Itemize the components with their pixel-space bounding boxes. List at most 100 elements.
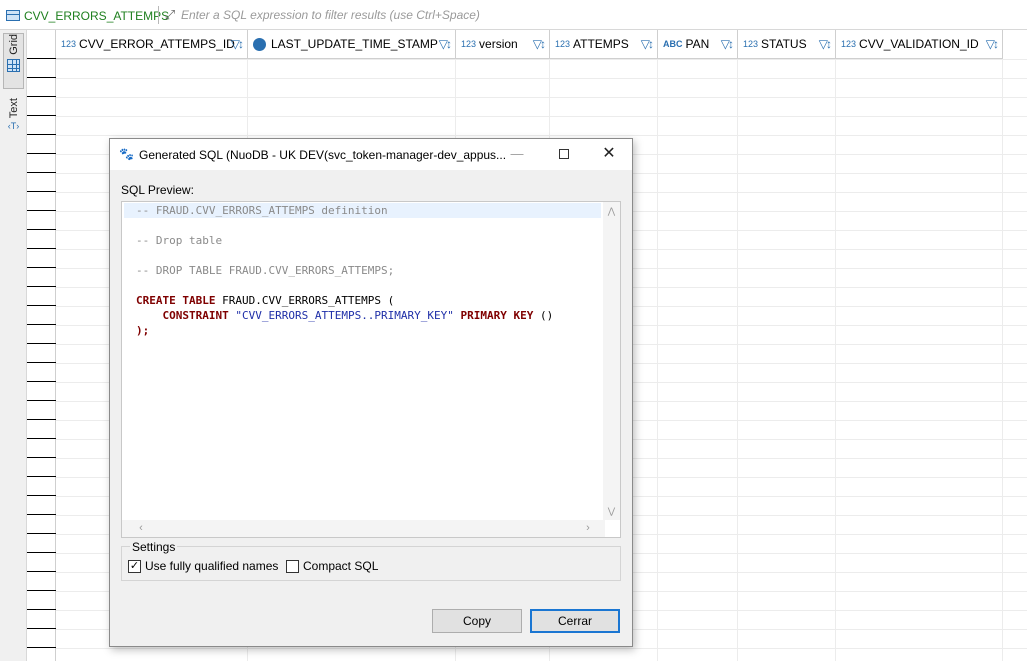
number-type-icon: 123 [61,39,77,49]
sql-code[interactable]: -- FRAUD.CVV_ERRORS_ATTEMPS definition --… [124,203,601,520]
row-marker [27,438,56,439]
filter-sort-icon[interactable]: ▽↕ [986,37,999,51]
row-marker [27,248,56,249]
number-type-icon: 123 [743,39,759,49]
column-header[interactable]: 123 CVV_ERROR_ATTEMPS_ID ▽↕ [56,30,248,59]
sql-line: CONSTRAINT "CVV_ERRORS_ATTEMPS..PRIMARY_… [124,308,601,323]
scroll-down-icon[interactable]: ⋁ [603,504,620,518]
toolbar-separator [158,6,159,24]
column-divider [737,59,738,661]
column-name: PAN [685,37,710,51]
sql-text: () [533,309,554,322]
row-marker [27,96,56,97]
table-name-button[interactable]: CVV_ERRORS_ATTEMPS [6,6,169,25]
sql-line [124,278,601,293]
sql-keyword: CONSTRAINT [162,309,229,322]
column-header[interactable]: LAST_UPDATE_TIME_STAMP ▽↕ [248,30,456,59]
row-marker [27,77,56,78]
filter-sort-icon[interactable]: ▽↕ [721,37,734,51]
string-type-icon: ABC [663,39,683,49]
minimize-button[interactable]: — [506,145,528,163]
dialog-titlebar[interactable]: 🐾 Generated SQL (NuoDB - UK DEV(svc_toke… [110,139,632,170]
row-marker [27,172,56,173]
dialog-title: Generated SQL (NuoDB - UK DEV(svc_token-… [139,148,507,162]
column-name: ATTEMPS [573,37,629,51]
row-number-gutter [27,30,56,661]
number-type-icon: 123 [555,39,571,49]
filter-sort-icon[interactable]: ▽↕ [819,37,832,51]
row-marker [27,533,56,534]
compact-sql-checkbox[interactable]: Compact SQL [286,559,378,573]
table-name-label: CVV_ERRORS_ATTEMPS [24,8,170,23]
row-marker [27,58,56,59]
tab-grid[interactable]: Grid [3,33,24,89]
sql-line: CREATE TABLE FRAUD.CVV_ERRORS_ATTEMPS ( [124,293,601,308]
row-marker [27,191,56,192]
vertical-scrollbar[interactable]: ⋀ ⋁ [603,202,620,520]
fully-qualified-label: Use fully qualified names [145,559,279,573]
sql-preview-label: SQL Preview: [121,183,194,197]
column-header[interactable]: 123 version ▽↕ [456,30,550,59]
row-marker [27,647,56,648]
column-header[interactable]: ABC PAN ▽↕ [658,30,738,59]
row-marker [27,134,56,135]
fully-qualified-checkbox[interactable]: ✓ Use fully qualified names [128,559,278,573]
maximize-button[interactable] [553,145,575,163]
row-marker [27,628,56,629]
close-window-button[interactable]: ✕ [598,145,620,163]
sql-string: "CVV_ERRORS_ATTEMPS..PRIMARY_KEY" [235,309,454,322]
view-mode-tabs: Grid Text ‹T› [0,30,27,661]
row-marker [27,400,56,401]
column-header[interactable]: 123 ATTEMPS ▽↕ [550,30,658,59]
expand-icon[interactable]: ⤢ [162,7,178,23]
number-type-icon: 123 [461,39,477,49]
checkbox-unchecked-icon[interactable] [286,559,299,573]
sql-preview-editor[interactable]: -- FRAUD.CVV_ERRORS_ATTEMPS definition --… [121,201,621,538]
scroll-right-icon[interactable]: › [581,520,595,537]
filter-sort-icon[interactable]: ▽↕ [439,37,452,51]
filter-input[interactable] [181,5,1024,25]
tab-text-label: Text [7,98,20,119]
sql-comment: -- FRAUD.CVV_ERRORS_ATTEMPS definition [136,204,388,217]
sql-keyword: CREATE TABLE [136,294,216,307]
column-divider [1002,59,1003,661]
column-name: LAST_UPDATE_TIME_STAMP [271,37,438,51]
horizontal-scrollbar[interactable]: ‹ › [122,520,605,537]
sql-line: -- FRAUD.CVV_ERRORS_ATTEMPS definition [124,203,601,218]
row-marker [27,552,56,553]
row-marker [27,514,56,515]
column-header-row: 123 CVV_ERROR_ATTEMPS_ID ▽↕ LAST_UPDATE_TIM… [56,30,1003,59]
checkbox-checked-icon[interactable]: ✓ [128,559,141,573]
dbeaver-icon: 🐾 [119,147,134,161]
scroll-up-icon[interactable]: ⋀ [603,204,620,218]
filter-sort-icon[interactable]: ▽↕ [231,37,244,51]
scroll-left-icon[interactable]: ‹ [134,520,148,537]
row-marker [27,305,56,306]
column-name: CVV_VALIDATION_ID [859,37,979,51]
number-type-icon: 123 [841,39,857,49]
close-button[interactable]: Cerrar [530,609,620,633]
sql-comment: -- DROP TABLE FRAUD.CVV_ERRORS_ATTEMPS; [136,264,395,277]
copy-button[interactable]: Copy [432,609,522,633]
row-marker [27,419,56,420]
tab-text[interactable]: Text ‹T› [3,98,24,148]
settings-label: Settings [130,540,178,554]
filter-sort-icon[interactable]: ▽↕ [641,37,654,51]
sql-comment: -- Drop table [136,234,223,247]
row-marker [27,115,56,116]
column-header[interactable]: 123 CVV_VALIDATION_ID ▽↕ [836,30,1003,59]
sql-line [124,248,601,263]
column-name: CVV_ERROR_ATTEMPS_ID [79,37,235,51]
row-marker [27,343,56,344]
filter-bar: CVV_ERRORS_ATTEMPS ⤢ [0,0,1027,30]
sql-line: ); [124,323,601,338]
column-divider [657,59,658,661]
row-marker [27,457,56,458]
row-marker [27,362,56,363]
row-marker [27,476,56,477]
sql-text: FRAUD.CVV_ERRORS_ATTEMPS ( [215,294,395,307]
filter-sort-icon[interactable]: ▽↕ [533,37,546,51]
column-header[interactable]: 123 STATUS ▽↕ [738,30,836,59]
